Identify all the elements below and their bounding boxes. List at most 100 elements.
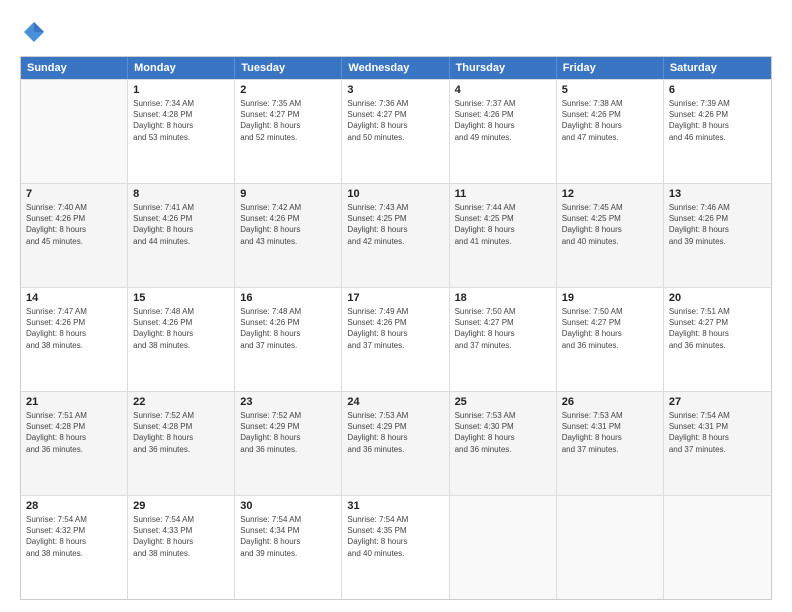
day-number: 20 xyxy=(669,292,766,304)
calendar-header-cell: Wednesday xyxy=(342,57,449,79)
day-info: Sunrise: 7:54 AM Sunset: 4:33 PM Dayligh… xyxy=(133,514,229,559)
day-info: Sunrise: 7:46 AM Sunset: 4:26 PM Dayligh… xyxy=(669,202,766,247)
day-info: Sunrise: 7:54 AM Sunset: 4:31 PM Dayligh… xyxy=(669,410,766,455)
day-info: Sunrise: 7:40 AM Sunset: 4:26 PM Dayligh… xyxy=(26,202,122,247)
day-info: Sunrise: 7:51 AM Sunset: 4:28 PM Dayligh… xyxy=(26,410,122,455)
calendar-cell: 12 Sunrise: 7:45 AM Sunset: 4:25 PM Dayli… xyxy=(557,184,664,287)
day-number: 24 xyxy=(347,396,443,408)
day-number: 31 xyxy=(347,500,443,512)
day-number: 27 xyxy=(669,396,766,408)
day-info: Sunrise: 7:38 AM Sunset: 4:26 PM Dayligh… xyxy=(562,98,658,143)
day-number: 8 xyxy=(133,188,229,200)
day-info: Sunrise: 7:53 AM Sunset: 4:29 PM Dayligh… xyxy=(347,410,443,455)
day-number: 13 xyxy=(669,188,766,200)
day-number: 9 xyxy=(240,188,336,200)
day-info: Sunrise: 7:50 AM Sunset: 4:27 PM Dayligh… xyxy=(562,306,658,351)
day-number: 7 xyxy=(26,188,122,200)
day-info: Sunrise: 7:50 AM Sunset: 4:27 PM Dayligh… xyxy=(455,306,551,351)
day-number: 14 xyxy=(26,292,122,304)
day-number: 26 xyxy=(562,396,658,408)
day-info: Sunrise: 7:51 AM Sunset: 4:27 PM Dayligh… xyxy=(669,306,766,351)
calendar-cell-empty xyxy=(664,496,771,599)
day-info: Sunrise: 7:34 AM Sunset: 4:28 PM Dayligh… xyxy=(133,98,229,143)
calendar-cell: 7 Sunrise: 7:40 AM Sunset: 4:26 PM Daylig… xyxy=(21,184,128,287)
calendar-cell: 17Sunrise: 7:49 AM Sunset: 4:26 PM Dayli… xyxy=(342,288,449,391)
day-info: Sunrise: 7:45 AM Sunset: 4:25 PM Dayligh… xyxy=(562,202,658,247)
calendar-cell: 15 Sunrise: 7:48 AM Sunset: 4:26 PM Dayli… xyxy=(128,288,235,391)
day-number: 29 xyxy=(133,500,229,512)
day-info: Sunrise: 7:54 AM Sunset: 4:34 PM Dayligh… xyxy=(240,514,336,559)
calendar-cell: 8 Sunrise: 7:41 AM Sunset: 4:26 PM Daylig… xyxy=(128,184,235,287)
day-info: Sunrise: 7:52 AM Sunset: 4:28 PM Dayligh… xyxy=(133,410,229,455)
day-number: 15 xyxy=(133,292,229,304)
day-info: Sunrise: 7:49 AM Sunset: 4:26 PM Dayligh… xyxy=(347,306,443,351)
day-number: 11 xyxy=(455,188,551,200)
logo xyxy=(20,18,52,46)
calendar-cell: 29 Sunrise: 7:54 AM Sunset: 4:33 PM Dayli… xyxy=(128,496,235,599)
calendar-header-cell: Sunday xyxy=(21,57,128,79)
calendar-week: 21Sunrise: 7:51 AM Sunset: 4:28 PM Dayli… xyxy=(21,391,771,495)
calendar-cell: 16Sunrise: 7:48 AM Sunset: 4:26 PM Dayli… xyxy=(235,288,342,391)
calendar-cell: 18 Sunrise: 7:50 AM Sunset: 4:27 PM Dayli… xyxy=(450,288,557,391)
day-number: 22 xyxy=(133,396,229,408)
calendar-cell-empty xyxy=(450,496,557,599)
day-number: 28 xyxy=(26,500,122,512)
calendar-cell-empty xyxy=(557,496,664,599)
day-number: 18 xyxy=(455,292,551,304)
day-info: Sunrise: 7:54 AM Sunset: 4:35 PM Dayligh… xyxy=(347,514,443,559)
calendar-cell: 10Sunrise: 7:43 AM Sunset: 4:25 PM Dayli… xyxy=(342,184,449,287)
day-number: 19 xyxy=(562,292,658,304)
day-info: Sunrise: 7:52 AM Sunset: 4:29 PM Dayligh… xyxy=(240,410,336,455)
calendar-header-cell: Saturday xyxy=(664,57,771,79)
day-info: Sunrise: 7:48 AM Sunset: 4:26 PM Dayligh… xyxy=(133,306,229,351)
calendar-cell: 11 Sunrise: 7:44 AM Sunset: 4:25 PM Dayli… xyxy=(450,184,557,287)
calendar-week: 7 Sunrise: 7:40 AM Sunset: 4:26 PM Daylig… xyxy=(21,183,771,287)
calendar-cell: 27 Sunrise: 7:54 AM Sunset: 4:31 PM Dayli… xyxy=(664,392,771,495)
calendar-cell: 20 Sunrise: 7:51 AM Sunset: 4:27 PM Dayli… xyxy=(664,288,771,391)
calendar-header-cell: Monday xyxy=(128,57,235,79)
day-info: Sunrise: 7:35 AM Sunset: 4:27 PM Dayligh… xyxy=(240,98,336,143)
calendar-cell-empty xyxy=(21,80,128,183)
day-info: Sunrise: 7:39 AM Sunset: 4:26 PM Dayligh… xyxy=(669,98,766,143)
day-number: 5 xyxy=(562,84,658,96)
day-info: Sunrise: 7:36 AM Sunset: 4:27 PM Dayligh… xyxy=(347,98,443,143)
day-number: 16 xyxy=(240,292,336,304)
calendar-cell: 9 Sunrise: 7:42 AM Sunset: 4:26 PM Daylig… xyxy=(235,184,342,287)
calendar-cell: 4 Sunrise: 7:37 AM Sunset: 4:26 PM Daylig… xyxy=(450,80,557,183)
day-number: 4 xyxy=(455,84,551,96)
day-number: 2 xyxy=(240,84,336,96)
day-number: 6 xyxy=(669,84,766,96)
calendar-header-cell: Thursday xyxy=(450,57,557,79)
calendar: SundayMondayTuesdayWednesdayThursdayFrid… xyxy=(20,56,772,600)
calendar-header-cell: Friday xyxy=(557,57,664,79)
day-info: Sunrise: 7:42 AM Sunset: 4:26 PM Dayligh… xyxy=(240,202,336,247)
day-info: Sunrise: 7:53 AM Sunset: 4:30 PM Dayligh… xyxy=(455,410,551,455)
day-info: Sunrise: 7:47 AM Sunset: 4:26 PM Dayligh… xyxy=(26,306,122,351)
day-number: 3 xyxy=(347,84,443,96)
calendar-cell: 21Sunrise: 7:51 AM Sunset: 4:28 PM Dayli… xyxy=(21,392,128,495)
calendar-week: 14 Sunrise: 7:47 AM Sunset: 4:26 PM Dayli… xyxy=(21,287,771,391)
calendar-cell: 19 Sunrise: 7:50 AM Sunset: 4:27 PM Dayli… xyxy=(557,288,664,391)
logo-icon xyxy=(20,18,48,46)
calendar-cell: 31 Sunrise: 7:54 AM Sunset: 4:35 PM Dayli… xyxy=(342,496,449,599)
calendar-week: 28 Sunrise: 7:54 AM Sunset: 4:32 PM Dayli… xyxy=(21,495,771,599)
calendar-cell: 1 Sunrise: 7:34 AM Sunset: 4:28 PM Daylig… xyxy=(128,80,235,183)
day-number: 23 xyxy=(240,396,336,408)
day-number: 12 xyxy=(562,188,658,200)
calendar-cell: 30 Sunrise: 7:54 AM Sunset: 4:34 PM Dayli… xyxy=(235,496,342,599)
calendar-cell: 24 Sunrise: 7:53 AM Sunset: 4:29 PM Dayli… xyxy=(342,392,449,495)
day-info: Sunrise: 7:41 AM Sunset: 4:26 PM Dayligh… xyxy=(133,202,229,247)
calendar-cell: 6 Sunrise: 7:39 AM Sunset: 4:26 PM Daylig… xyxy=(664,80,771,183)
day-number: 30 xyxy=(240,500,336,512)
day-info: Sunrise: 7:44 AM Sunset: 4:25 PM Dayligh… xyxy=(455,202,551,247)
day-info: Sunrise: 7:37 AM Sunset: 4:26 PM Dayligh… xyxy=(455,98,551,143)
calendar-cell: 22 Sunrise: 7:52 AM Sunset: 4:28 PM Dayli… xyxy=(128,392,235,495)
calendar-cell: 13 Sunrise: 7:46 AM Sunset: 4:26 PM Dayli… xyxy=(664,184,771,287)
calendar-cell: 23 Sunrise: 7:52 AM Sunset: 4:29 PM Dayli… xyxy=(235,392,342,495)
day-info: Sunrise: 7:43 AM Sunset: 4:25 PM Dayligh… xyxy=(347,202,443,247)
calendar-cell: 26 Sunrise: 7:53 AM Sunset: 4:31 PM Dayli… xyxy=(557,392,664,495)
day-info: Sunrise: 7:54 AM Sunset: 4:32 PM Dayligh… xyxy=(26,514,122,559)
day-info: Sunrise: 7:53 AM Sunset: 4:31 PM Dayligh… xyxy=(562,410,658,455)
day-number: 1 xyxy=(133,84,229,96)
calendar-header-cell: Tuesday xyxy=(235,57,342,79)
